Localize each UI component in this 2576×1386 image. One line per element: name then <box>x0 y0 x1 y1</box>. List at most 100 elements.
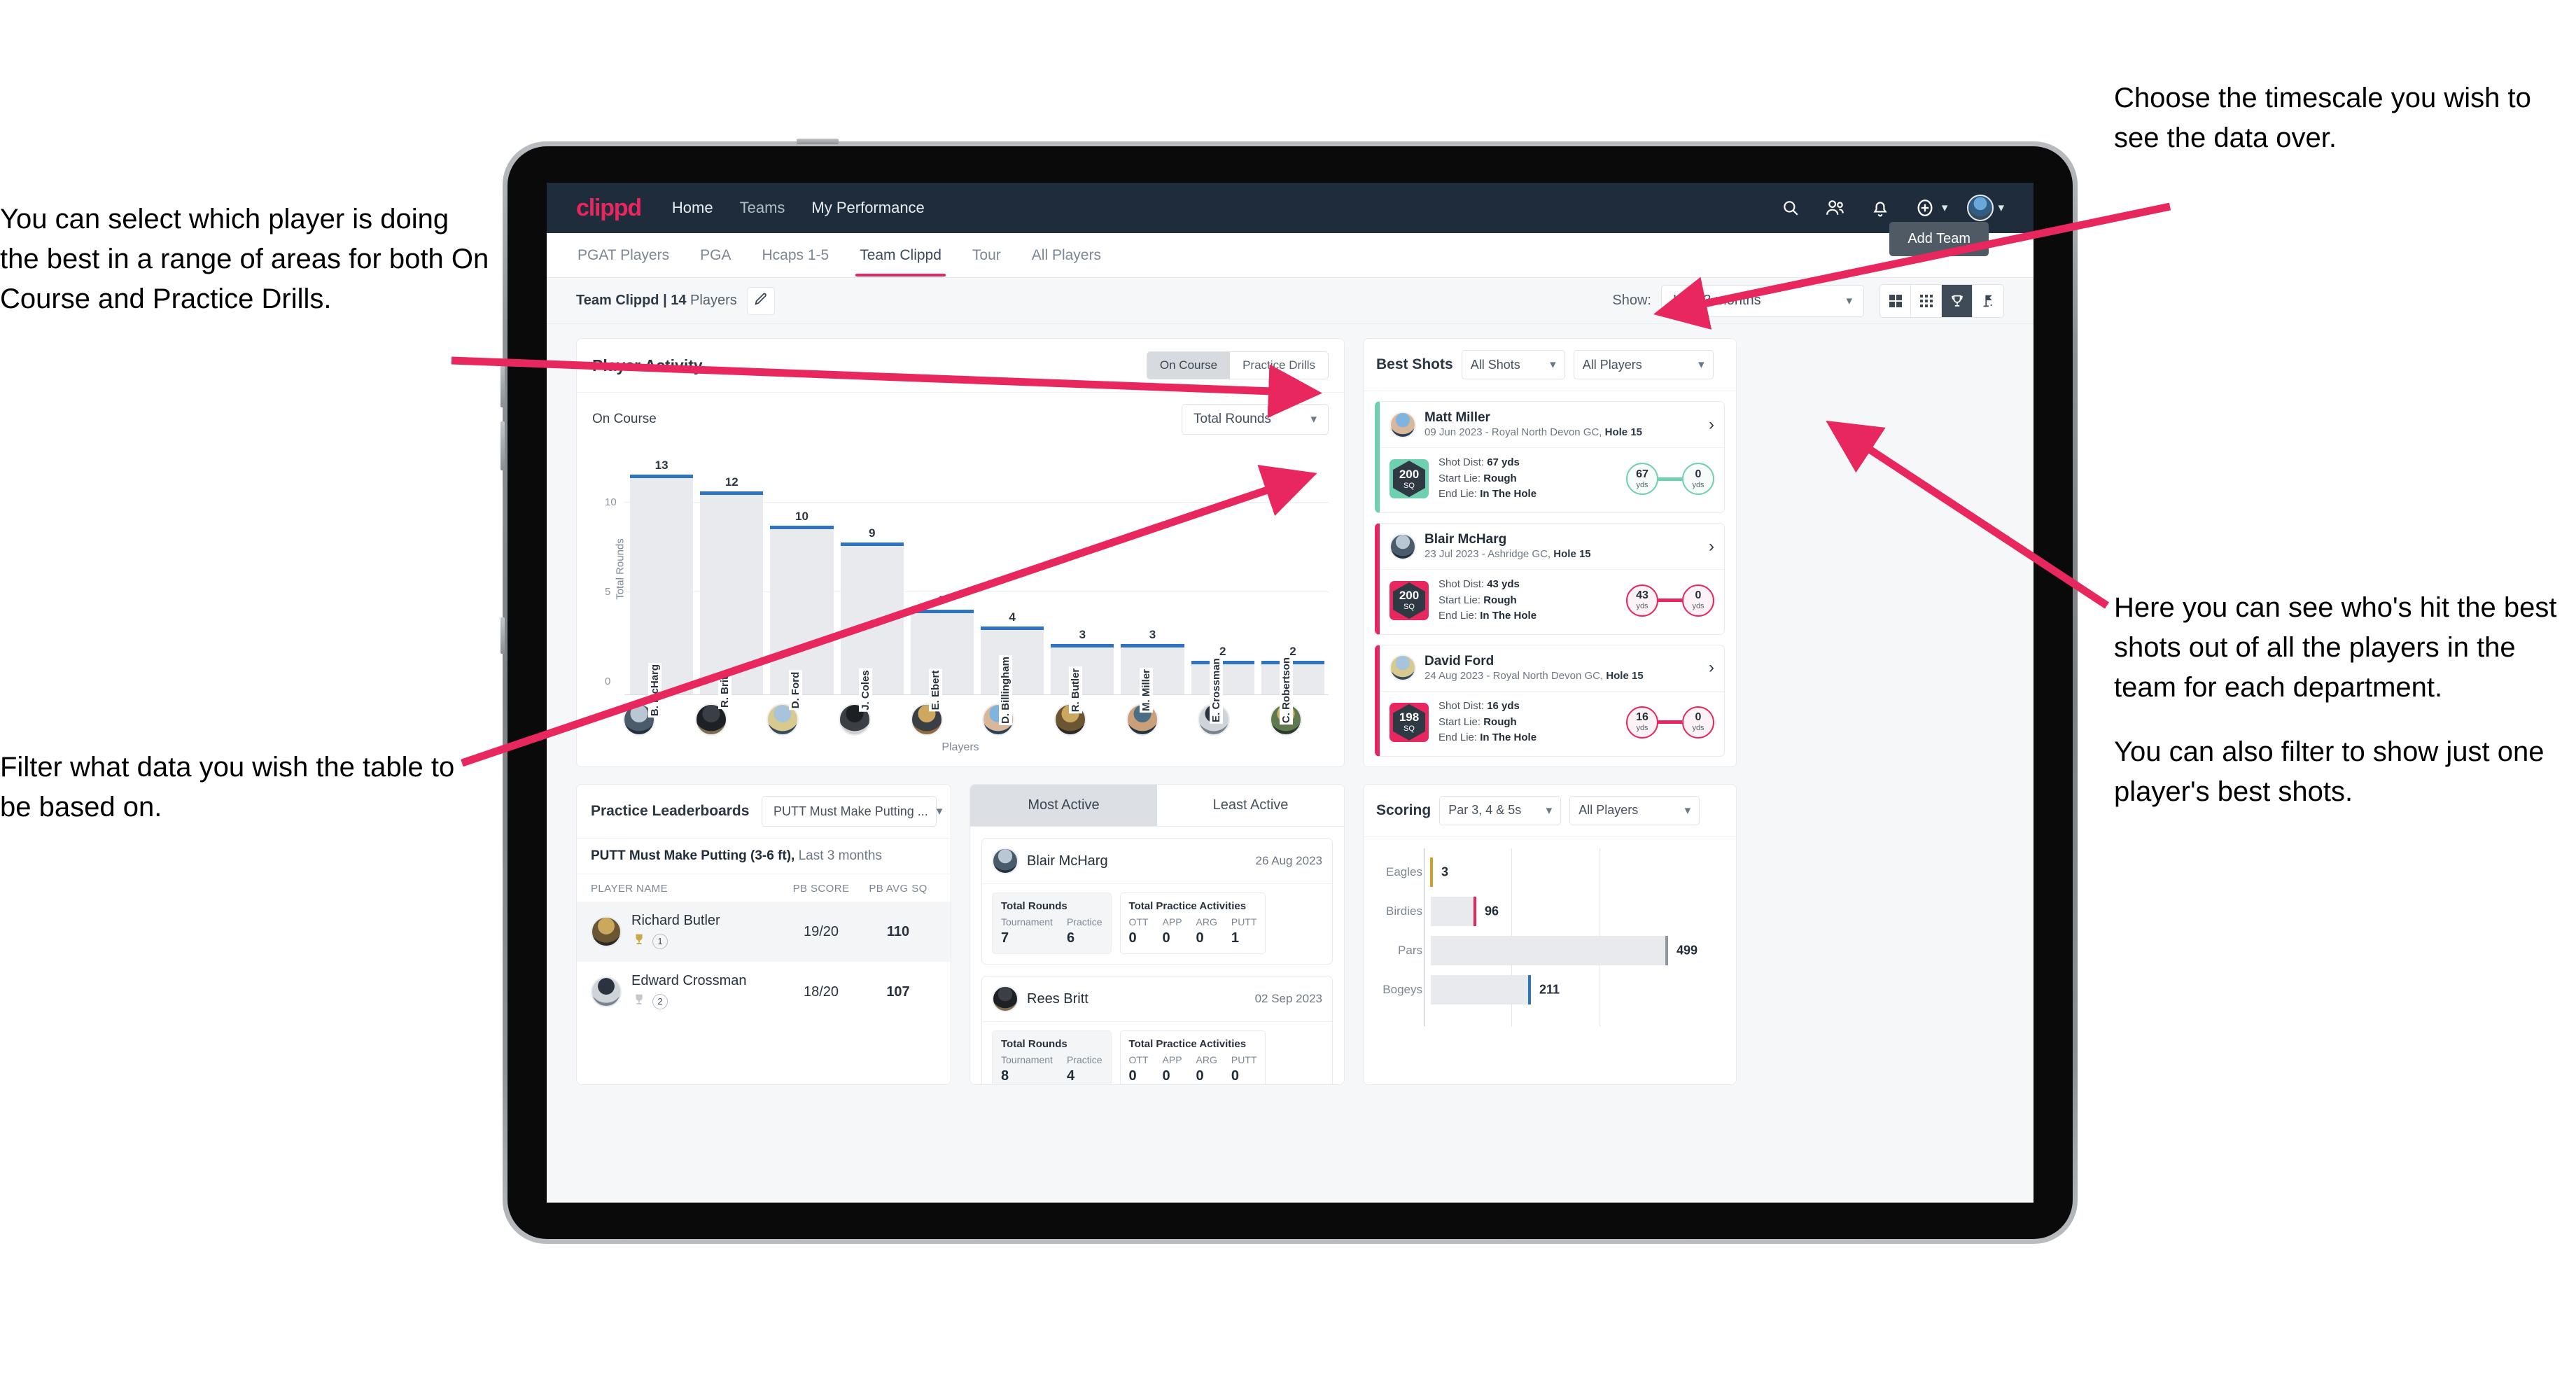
shot-quality-badge: 200 SQ <box>1390 580 1429 620</box>
scoring-players-select[interactable]: All Players ▾ <box>1569 795 1700 825</box>
bar: 10 D. Ford <box>770 510 834 710</box>
shot-end-distance: 0 yds <box>1682 463 1714 496</box>
people-icon[interactable] <box>1823 195 1848 220</box>
best-shot-card[interactable]: Matt Miller 09 Jun 2023 - Royal North Dev… <box>1375 401 1725 513</box>
tab-pga[interactable]: PGA <box>699 234 732 276</box>
tab-least-active[interactable]: Least Active <box>1157 785 1344 826</box>
tab-most-active[interactable]: Most Active <box>970 785 1157 826</box>
flag-icon[interactable] <box>1973 285 2003 317</box>
player-activity-card: Player Activity On Course Practice Drill… <box>576 338 1345 767</box>
activity-tabs: Most Active Least Active <box>970 785 1344 827</box>
leaderboard-player-name: Richard Butler <box>631 913 720 928</box>
search-icon[interactable] <box>1778 195 1803 220</box>
tab-tour[interactable]: Tour <box>971 234 1002 276</box>
leaderboard-rows: Richard Butler 1 19/20 110 Edward Crossman 2 1… <box>577 902 951 1022</box>
add-team-button[interactable]: Add Team <box>1889 222 1989 256</box>
activity-card-header: Rees Britt 02 Sep 2023 <box>982 976 1332 1021</box>
table-row[interactable]: Edward Crossman 2 18/20 107 <box>577 962 951 1022</box>
avatar <box>591 976 622 1007</box>
activity-card-body: Total Rounds Tournament 8 Practice 4 Total Pr… <box>982 1021 1332 1084</box>
practice-cell: APP 0 <box>1162 1054 1182 1084</box>
player-avatar-row <box>577 695 1344 736</box>
team-label-bold: Team Clippd | 14 <box>576 293 687 308</box>
timescale-select[interactable]: Last 3 months ▾ <box>1661 284 1864 317</box>
shot-card-header: David Ford 24 Aug 2023 - Royal North Devo… <box>1380 645 1724 691</box>
best-shot-card[interactable]: Blair McHarg 23 Jul 2023 - Ashridge GC, H… <box>1375 522 1725 635</box>
shot-start-distance: 67 yds <box>1626 463 1658 496</box>
nav-link-my-performance[interactable]: My Performance <box>811 199 924 217</box>
scoring-label: Birdies <box>1386 904 1422 918</box>
shot-dist-line: Shot Dist: 43 yds <box>1438 578 1520 591</box>
metric-value: Total Rounds <box>1194 412 1271 426</box>
bar-label: B. McHarg <box>648 662 662 718</box>
chevron-right-icon[interactable]: › <box>1709 537 1714 556</box>
pencil-icon <box>753 291 769 310</box>
shot-quality-unit: SQ <box>1404 481 1415 490</box>
hexagon-icon: 200 SQ <box>1393 461 1425 498</box>
shot-distance-diagram: 67 yds 0 yds <box>1626 463 1714 496</box>
segment-on-course[interactable]: On Course <box>1147 352 1231 379</box>
shot-card-header: Matt Miller 09 Jun 2023 - Royal North Dev… <box>1380 402 1724 447</box>
bar-label: C. Robertson <box>1279 655 1293 725</box>
grid-small-icon[interactable] <box>1911 284 1942 317</box>
shots-filter-select[interactable]: All Shots ▾ <box>1461 350 1565 379</box>
segment-practice-drills[interactable]: Practice Drills <box>1230 352 1328 379</box>
annotation-text: Here you can see who's hit the best shot… <box>2114 592 2557 703</box>
players-filter-select[interactable]: All Players ▾ <box>1573 350 1714 379</box>
annotation-right-top: Choose the timescale you wish to see the… <box>2114 78 2562 158</box>
shot-end-distance: 0 yds <box>1682 584 1714 617</box>
team-label: Team Clippd | 14 Players <box>576 293 737 309</box>
avatar[interactable] <box>1967 195 1994 221</box>
clippd-logo[interactable]: clippd <box>576 195 642 222</box>
grid-large-icon[interactable] <box>1880 284 1911 317</box>
practice-cell: PUTT 0 <box>1231 1054 1257 1084</box>
view-toggle-group <box>1879 284 2004 318</box>
shot-dist-line: Shot Dist: 67 yds <box>1438 456 1520 469</box>
trophy-icon[interactable] <box>1942 284 1973 317</box>
tab-team-clippd[interactable]: Team Clippd <box>855 234 946 276</box>
chevron-down-icon[interactable]: ▾ <box>1942 201 1948 215</box>
tab-all-players[interactable]: All Players <box>1030 234 1102 276</box>
best-shot-card[interactable]: David Ford 24 Aug 2023 - Royal North Devo… <box>1375 644 1725 757</box>
x-axis-label: Players <box>941 741 979 753</box>
metric-select[interactable]: Total Rounds ▾ <box>1182 404 1329 435</box>
shot-player-name: Blair McHarg <box>1424 531 1507 547</box>
chevron-right-icon[interactable]: › <box>1709 415 1714 435</box>
connector-line <box>1658 720 1682 724</box>
annotation-left-bottom: Filter what data you wish the table to b… <box>0 748 462 827</box>
annotation-text: You can also filter to show just one pla… <box>2114 736 2544 808</box>
activity-player-card[interactable]: Rees Britt 02 Sep 2023 Total Rounds Tournam… <box>981 976 1333 1084</box>
shot-start-distance: 16 yds <box>1626 706 1658 738</box>
scoring-card: Scoring Par 3, 4 & 5s ▾ All Players ▾ Ea… <box>1363 783 1737 1085</box>
avatar <box>992 986 1018 1012</box>
edit-team-button[interactable] <box>746 286 775 315</box>
bar-label: E. Crossman <box>1209 657 1223 724</box>
bell-icon[interactable] <box>1868 195 1893 220</box>
activity-date: 02 Sep 2023 <box>1254 992 1322 1005</box>
y-tick-0: 0 <box>605 676 611 687</box>
chevron-down-icon-profile[interactable]: ▾ <box>1998 201 2004 215</box>
rounds-cell: Practice 6 <box>1066 916 1102 946</box>
scoring-bar <box>1431 935 1668 965</box>
bar-label: J. Coles <box>858 668 872 712</box>
total-practice-header: Total Practice Activities <box>1128 1038 1247 1050</box>
bar-series: 13 B. McHarg 12 R. Britt 10 D. Ford 9 J. Coles 5… <box>630 443 1325 725</box>
activity-card-body: Total Rounds Tournament 7 Practice 6 Total Pr… <box>982 883 1332 964</box>
tab-hcaps-1-5[interactable]: Hcaps 1-5 <box>760 234 830 276</box>
par-filter-select[interactable]: Par 3, 4 & 5s ▾ <box>1439 795 1562 825</box>
total-rounds-box: Total Rounds Tournament 7 Practice 6 <box>992 892 1112 954</box>
tab-pgat-players[interactable]: PGAT Players <box>576 234 671 276</box>
activity-player-card[interactable]: Blair McHarg 26 Aug 2023 Total Rounds Tourn… <box>981 838 1333 965</box>
scoring-bar-cap <box>1474 896 1476 926</box>
table-row[interactable]: Richard Butler 1 19/20 110 <box>577 902 951 962</box>
practice-cell: ARG 0 <box>1196 916 1217 946</box>
nav-link-home[interactable]: Home <box>672 199 713 217</box>
plus-circle-icon[interactable] <box>1912 195 1938 220</box>
scoring-label: Pars <box>1398 943 1422 957</box>
nav-link-teams[interactable]: Teams <box>740 199 785 217</box>
app-screen: clippd Home Teams My Performance ▾ ▾ PGA… <box>547 183 2033 1203</box>
y-axis-label: Total Rounds <box>614 538 626 600</box>
shot-distance-diagram: 43 yds 0 yds <box>1626 584 1714 617</box>
chevron-right-icon[interactable]: › <box>1709 658 1714 678</box>
drill-select[interactable]: PUTT Must Make Putting ... ▾ <box>762 796 942 827</box>
